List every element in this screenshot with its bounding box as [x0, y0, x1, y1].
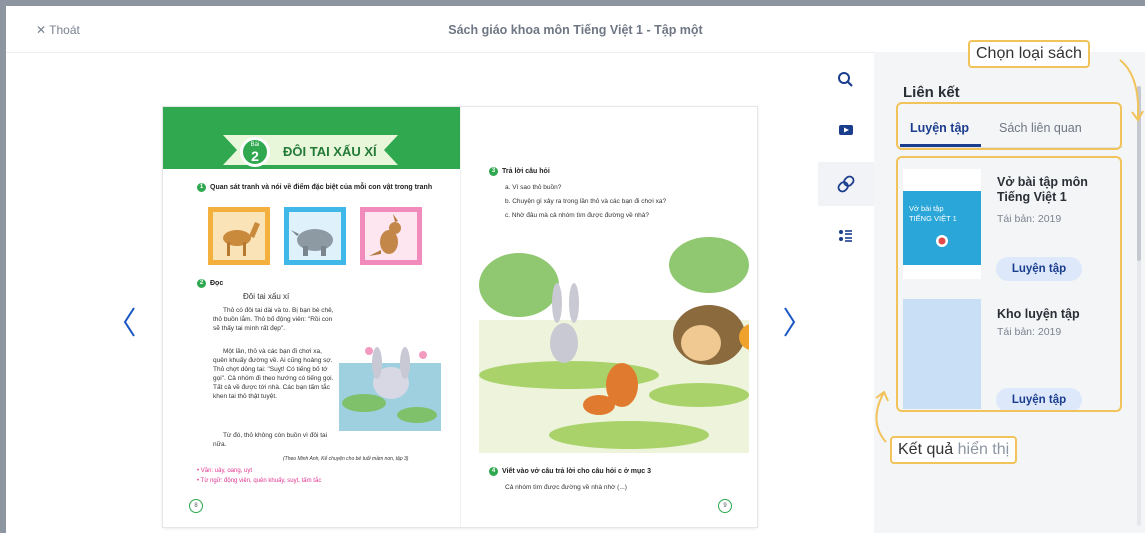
book-title: Sách giáo khoa môn Tiếng Việt 1 - Tập mộ… [448, 23, 703, 37]
task-3-title: Trả lời câu hỏi [502, 168, 550, 175]
prev-page-button[interactable] [122, 306, 136, 344]
results-callout-main: Kết quả [898, 441, 954, 458]
task-1: 1 Quan sát tranh và nói về điểm đặc biệt … [197, 183, 437, 192]
book-spread: Bài 2 ĐÔI TAI XẤU XÍ 1 Quan sát tranh và … [163, 107, 757, 527]
media-button[interactable] [830, 114, 862, 146]
question-b: b. Chuyện gì xảy ra trong lần thỏ và các… [505, 198, 667, 205]
list-icon [839, 230, 852, 242]
results-callout-arrow [875, 390, 889, 443]
contents-button[interactable] [830, 220, 862, 252]
story-paragraph-2: Một lần, thỏ và các bạn đi chơi xa, quên… [213, 348, 334, 400]
search-icon [838, 72, 853, 87]
story-source: (Theo Minh Anh, Kể chuyện cho bé tuổi mầ… [283, 456, 409, 462]
results-callout: Kết quả hiển thị [890, 436, 1018, 464]
search-button[interactable] [830, 64, 862, 96]
story-paragraph-3: Từ đó, thỏ không còn buồn vì đôi tai nữa… [213, 432, 328, 448]
video-icon [839, 125, 853, 135]
story-title: Đôi tai xấu xí [243, 292, 290, 301]
tabs-highlight [896, 102, 1122, 150]
tool-sidebar [818, 52, 874, 533]
task-3: 3 Trả lời câu hỏi [489, 167, 550, 176]
panel-heading: Liên kết [903, 84, 960, 101]
task-4: 4 Viết vào vở câu trả lời cho câu hỏi c ở… [489, 467, 651, 476]
task-4-answer: Cả nhóm tìm được đường về nhà nhờ (...) [505, 484, 627, 491]
results-highlight [896, 156, 1122, 412]
task-1-text: Quan sát tranh và nói về điểm đặc biệt c… [210, 184, 433, 191]
animals-illustration [479, 225, 757, 453]
page-number-right: 9 [718, 499, 732, 513]
story-paragraph-1: Thỏ có đôi tai dài và to. Bị bạn bè chê,… [213, 307, 334, 332]
choose-type-callout: Chọn loại sách [968, 40, 1090, 68]
links-button[interactable] [818, 162, 874, 206]
lesson-badge: Bài 2 [240, 137, 270, 167]
left-page: Bài 2 ĐÔI TAI XẤU XÍ 1 Quan sát tranh và … [163, 107, 460, 527]
task-2-title: Đọc [210, 280, 224, 287]
task-2: 2 Đọc [197, 279, 223, 288]
rhino-image [284, 207, 346, 265]
right-page: 3 Trả lời câu hỏi a. Vì sao thỏ buồn? b. … [460, 107, 757, 527]
page-number-left: 8 [189, 499, 203, 513]
vocab-rhymes: • Vần: uây, oang, uyt [197, 468, 253, 474]
question-a: a. Vì sao thỏ buồn? [505, 184, 562, 191]
rabbit-pond-image [339, 333, 441, 431]
chevron-right-icon [784, 307, 796, 337]
task-number: 3 [489, 167, 498, 176]
kangaroo-image [360, 207, 422, 265]
chevron-left-icon [123, 307, 135, 337]
reader-window: ✕ Thoát Sách giáo khoa môn Tiếng Việt 1 … [6, 6, 1145, 533]
camel-image [208, 207, 270, 265]
link-icon [837, 175, 855, 193]
next-page-button[interactable] [783, 306, 797, 344]
task-number: 4 [489, 467, 498, 476]
lesson-number: 2 [251, 148, 259, 164]
choose-type-callout-arrow [1119, 59, 1144, 122]
results-callout-muted: hiển thị [957, 441, 1010, 458]
task-number: 2 [197, 279, 206, 288]
task-number: 1 [197, 183, 206, 192]
task-4-title: Viết vào vở câu trả lời cho câu hỏi c ở … [502, 468, 652, 475]
panel-scrollbar[interactable] [1137, 86, 1141, 526]
lesson-title: ĐÔI TAI XẤU XÍ [283, 144, 377, 159]
vocab-words: • Từ ngữ: động viên, quên khuấy, suỵt, t… [197, 478, 322, 484]
question-c: c. Nhờ đâu mà cả nhóm tìm được đường về … [505, 212, 649, 219]
